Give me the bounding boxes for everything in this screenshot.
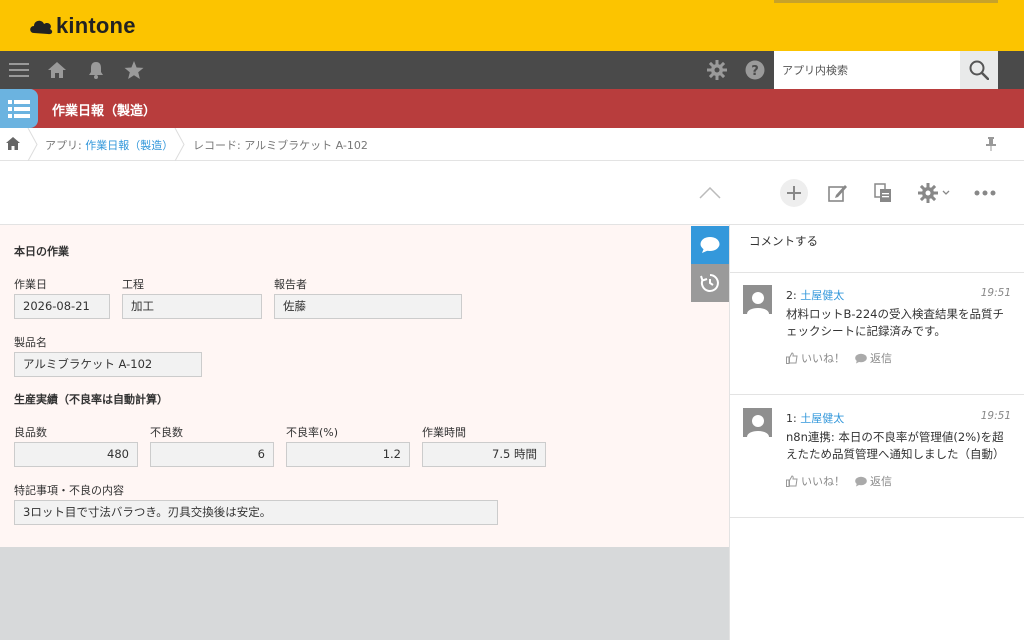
reply-label: 返信 <box>870 352 892 365</box>
notes-label: 特記事項・不良の内容 <box>14 484 124 497</box>
user-silhouette-icon <box>746 415 769 437</box>
favorites-star-icon[interactable] <box>123 59 145 81</box>
process-field: 加工 <box>122 294 262 319</box>
pin-icon[interactable] <box>986 137 996 154</box>
settings-gear-icon[interactable] <box>706 59 728 81</box>
collapse-chevron-up-icon[interactable] <box>696 179 724 207</box>
svg-text:?: ? <box>751 64 759 79</box>
thumbs-up-icon <box>786 352 798 364</box>
comment-input[interactable]: コメントする <box>730 225 1024 272</box>
product-label: 製品名 <box>14 336 47 349</box>
comment-index: 1: <box>786 412 797 425</box>
reply-bubble-icon <box>855 476 867 486</box>
gear-icon <box>918 183 938 203</box>
comments-panel: コメントする 2: 土屋健太 19:51 材料ロットB-224の受入検査結果を品… <box>729 225 1024 640</box>
comment-divider <box>730 517 1024 518</box>
thumbs-up-icon <box>786 475 798 487</box>
cloud-logo-icon <box>30 20 53 35</box>
comment-header: 1: 土屋健太 <box>786 410 844 426</box>
like-button[interactable]: いいね！ <box>786 350 845 366</box>
record-settings-button[interactable] <box>912 179 956 207</box>
like-label: いいね！ <box>801 352 845 365</box>
work-time-label: 作業時間 <box>422 426 466 439</box>
history-clock-icon <box>700 274 719 292</box>
help-icon[interactable]: ? <box>744 59 766 81</box>
breadcrumb-record-name: アルミブラケット A-102 <box>244 139 368 152</box>
record-toolbar <box>0 161 1024 225</box>
comment-body: 材料ロットB-224の受入検査結果を品質チェックシートに記録済みです。 <box>786 307 1004 338</box>
top-header: kintone <box>0 0 1024 51</box>
breadcrumb-separator-icon <box>27 128 38 161</box>
comment-divider <box>730 272 1024 273</box>
edit-icon <box>828 185 847 202</box>
comment-actions: いいね！ 返信 <box>786 350 892 366</box>
reply-button[interactable]: 返信 <box>855 473 892 489</box>
section-title-results: 生産実績（不良率は自動計算） <box>14 393 168 406</box>
reporter-field: 佐藤 <box>274 294 462 319</box>
work-date-label: 作業日 <box>14 278 47 291</box>
defect-rate-label: 不良率(%) <box>286 426 339 439</box>
section-title-today: 本日の作業 <box>14 245 69 258</box>
record-form: 本日の作業 作業日 2026-08-21 工程 加工 報告者 佐藤 製品名 アル… <box>0 225 729 547</box>
comment-header: 2: 土屋健太 <box>786 287 844 303</box>
comment-time: 19:51 <box>980 287 1011 299</box>
speech-bubble-icon <box>700 237 720 253</box>
breadcrumb-separator-icon <box>174 128 185 161</box>
app-title: 作業日報（製造） <box>52 104 157 119</box>
home-icon[interactable] <box>46 59 68 81</box>
comment-divider <box>730 394 1024 395</box>
brand-name: kintone <box>56 13 136 38</box>
app-search-box <box>774 51 998 89</box>
defect-rate-field: 1.2 <box>286 442 410 467</box>
good-count-field: 480 <box>14 442 138 467</box>
plus-icon <box>787 186 801 200</box>
like-button[interactable]: いいね！ <box>786 473 845 489</box>
comment-body: n8n連携: 本日の不良率が管理値(2%)を超えたため品質管理へ通知しました（自… <box>786 430 1005 461</box>
app-list-icon[interactable] <box>0 89 38 128</box>
duplicate-record-button[interactable] <box>869 179 897 207</box>
like-label: いいね！ <box>801 475 845 488</box>
breadcrumb-record: レコード: アルミブラケット A-102 <box>193 137 368 153</box>
product-field: アルミブラケット A-102 <box>14 352 202 377</box>
reply-label: 返信 <box>870 475 892 488</box>
history-tab[interactable] <box>691 264 729 302</box>
avatar[interactable] <box>743 285 772 314</box>
comment-actions: いいね！ 返信 <box>786 473 892 489</box>
defect-count-field: 6 <box>150 442 274 467</box>
menu-icon[interactable] <box>8 59 30 81</box>
edit-record-button[interactable] <box>824 179 852 207</box>
avatar[interactable] <box>743 408 772 437</box>
reporter-label: 報告者 <box>274 278 307 291</box>
work-date-field: 2026-08-21 <box>14 294 110 319</box>
breadcrumb-app-prefix: アプリ: <box>45 139 86 152</box>
comment-author-link[interactable]: 土屋健太 <box>800 289 844 302</box>
breadcrumb-home-icon[interactable] <box>6 137 20 153</box>
search-icon <box>969 60 989 80</box>
breadcrumb: アプリ: 作業日報（製造） レコード: アルミブラケット A-102 <box>0 128 1024 161</box>
breadcrumb-record-prefix: レコード: <box>193 139 245 152</box>
more-options-icon[interactable] <box>971 179 999 207</box>
user-silhouette-icon <box>746 292 769 314</box>
add-record-button[interactable] <box>780 179 808 207</box>
comment-time: 19:51 <box>980 410 1011 422</box>
comments-tab[interactable] <box>691 226 729 264</box>
app-search-input[interactable] <box>774 51 960 89</box>
good-count-label: 良品数 <box>14 426 47 439</box>
process-label: 工程 <box>122 278 144 291</box>
comment-index: 2: <box>786 289 797 302</box>
defect-count-label: 不良数 <box>150 426 183 439</box>
breadcrumb-app-link[interactable]: 作業日報（製造） <box>85 139 173 152</box>
search-button[interactable] <box>960 51 998 89</box>
chevron-down-icon <box>942 190 950 195</box>
breadcrumb-app: アプリ: 作業日報（製造） <box>45 137 173 153</box>
kintone-logo[interactable]: kintone <box>28 13 136 39</box>
header-accent-strip <box>774 0 998 3</box>
reply-button[interactable]: 返信 <box>855 350 892 366</box>
work-time-field: 7.5 時間 <box>422 442 546 467</box>
reply-bubble-icon <box>855 353 867 363</box>
notes-field: 3ロット目で寸法バラつき。刃具交換後は安定。 <box>14 500 498 525</box>
copy-document-icon <box>874 183 891 202</box>
comment-author-link[interactable]: 土屋健太 <box>800 412 844 425</box>
notification-bell-icon[interactable] <box>85 59 107 81</box>
